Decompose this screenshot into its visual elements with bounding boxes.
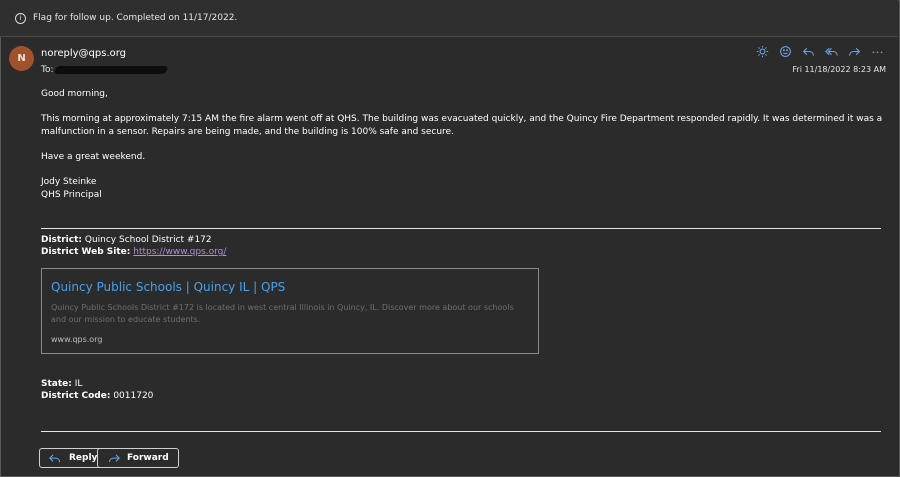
- link-preview-description: Quincy Public Schools District #172 is l…: [51, 303, 514, 324]
- closing: Have a great weekend.: [41, 152, 146, 162]
- link-preview-domain: www.qps.org: [51, 335, 103, 344]
- divider-bottom: [41, 431, 881, 432]
- link-preview-card[interactable]: Quincy Public Schools | Quincy IL | QPS …: [41, 268, 539, 354]
- message-body: Good morning, This morning at approximat…: [41, 88, 886, 202]
- forward-icon[interactable]: [845, 44, 863, 58]
- code-label: District Code:: [41, 391, 111, 401]
- body-paragraph: This morning at approximately 7:15 AM th…: [41, 114, 883, 137]
- reply-button-label: Reply: [69, 453, 98, 463]
- follow-up-banner: i Flag for follow up. Completed on 11/17…: [0, 0, 898, 37]
- greeting: Good morning,: [41, 89, 108, 99]
- district-row: District: Quincy School District #172: [41, 234, 226, 246]
- info-circle-icon: i: [15, 12, 26, 24]
- code-row: District Code: 0011720: [41, 390, 153, 402]
- website-row: District Web Site: https://www.qps.org/: [41, 246, 226, 258]
- district-label: District:: [41, 235, 82, 245]
- sent-datetime: Fri 11/18/2022 8:23 AM: [792, 65, 886, 74]
- state-row: State: IL: [41, 378, 153, 390]
- code-value: 0011720: [113, 391, 154, 401]
- district-value: Quincy School District #172: [84, 235, 212, 245]
- forward-button[interactable]: Forward: [97, 448, 179, 468]
- sender-address[interactable]: noreply@qps.org: [41, 48, 126, 59]
- state-info: State: IL District Code: 0011720: [41, 378, 153, 402]
- district-info: District: Quincy School District #172 Di…: [41, 234, 226, 258]
- brightness-icon[interactable]: [753, 44, 771, 58]
- sender-avatar[interactable]: N: [9, 46, 34, 71]
- forward-icon: [108, 453, 120, 462]
- website-label: District Web Site:: [41, 247, 131, 257]
- reply-icon[interactable]: [799, 44, 817, 58]
- recipient-row: To:: [41, 65, 168, 75]
- link-preview-title[interactable]: Quincy Public Schools | Quincy IL | QPS: [51, 280, 285, 294]
- divider-top: [41, 228, 881, 229]
- redacted-recipient: [53, 66, 168, 74]
- signature-name: Jody Steinke: [41, 177, 97, 187]
- state-value: IL: [74, 379, 83, 389]
- website-link[interactable]: https://www.qps.org/: [133, 247, 226, 257]
- message-actions: [753, 44, 886, 58]
- more-icon[interactable]: [868, 44, 886, 58]
- state-label: State:: [41, 379, 72, 389]
- signature-title: QHS Principal: [41, 190, 102, 200]
- emoji-icon[interactable]: [776, 44, 794, 58]
- reply-all-icon[interactable]: [822, 44, 840, 58]
- to-label: To:: [41, 65, 54, 75]
- forward-button-label: Forward: [127, 453, 169, 463]
- follow-up-text: Flag for follow up. Completed on 11/17/2…: [33, 13, 238, 23]
- reply-icon: [49, 453, 61, 462]
